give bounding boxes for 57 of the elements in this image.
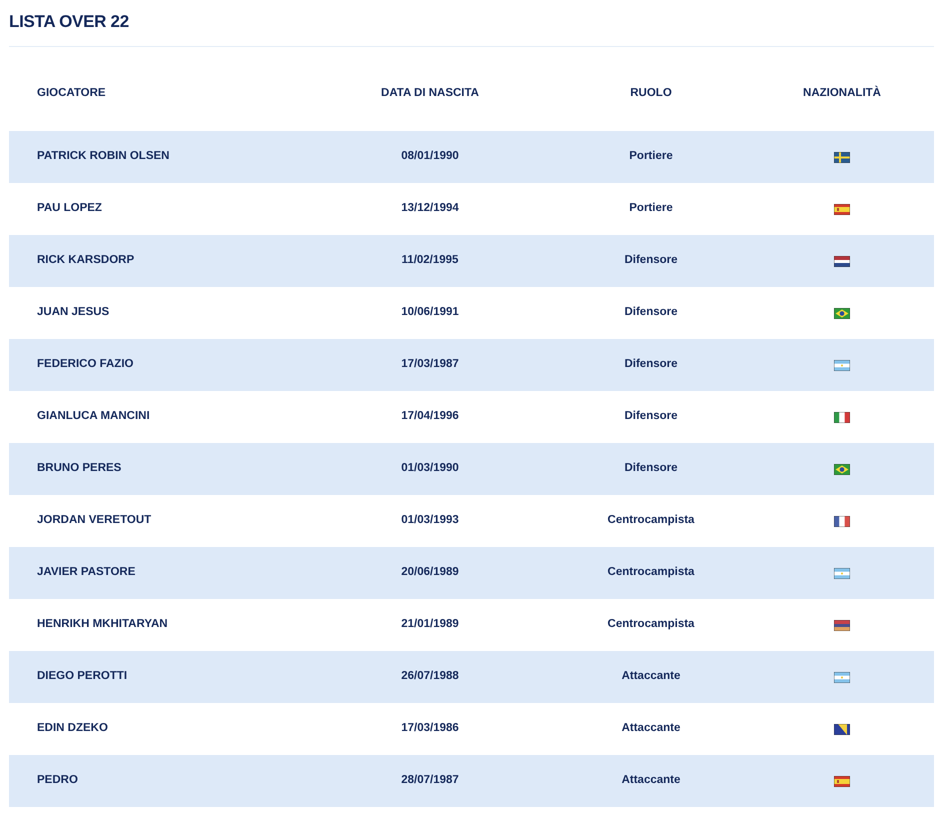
table-cell: Portiere [629, 150, 673, 162]
table-cell: 08/01/1990 [401, 150, 459, 162]
table-cell: EDIN DZEKO [37, 722, 108, 734]
table-cell: Portiere [629, 202, 673, 214]
table-cell: 11/02/1995 [402, 254, 458, 266]
table-cell: DIEGO PEROTTI [37, 670, 128, 682]
flag-icon [834, 204, 850, 214]
column-header: NAZIONALITÀ [803, 87, 881, 99]
column-header: GIOCATORE [37, 87, 106, 99]
flag-icon [834, 672, 850, 682]
table-cell: PAU LOPEZ [37, 202, 102, 214]
column-header: DATA DI NASCITA [381, 87, 479, 99]
column-header: RUOLO [630, 87, 672, 99]
flag-icon [834, 516, 850, 526]
table-cell: JUAN JESUS [37, 306, 110, 318]
table-cell: Attaccante [622, 774, 680, 786]
flag-icon [834, 412, 850, 422]
flag-icon [834, 724, 850, 734]
table-cell: PEDRO [37, 774, 78, 786]
table-cell: 20/06/1989 [401, 566, 459, 578]
table-cell: JORDAN VERETOUT [37, 514, 152, 526]
table-cell: Centrocampista [608, 514, 694, 526]
table-cell: GIANLUCA MANCINI [37, 410, 150, 422]
table-cell: JAVIER PASTORE [37, 566, 136, 578]
table-cell: 10/06/1991 [401, 306, 459, 318]
table-cell: Centrocampista [608, 618, 694, 630]
table-cell: Difensore [624, 254, 678, 266]
flag-icon [834, 620, 850, 630]
table-cell: PATRICK ROBIN OLSEN [37, 150, 170, 162]
table-cell: Centrocampista [608, 566, 694, 578]
table-cell: Difensore [624, 410, 678, 422]
table-cell: 17/03/1986 [401, 722, 459, 734]
table-cell: RICK KARSDORP [37, 254, 134, 266]
page-title: LISTA OVER 22 [9, 11, 130, 33]
table-cell: Difensore [624, 306, 678, 318]
table-cell: 28/07/1987 [401, 774, 459, 786]
table-cell: 01/03/1990 [401, 462, 459, 474]
flag-icon [834, 256, 850, 266]
table-cell: 17/04/1996 [401, 410, 459, 422]
table-cell: BRUNO PERES [37, 462, 122, 474]
flag-icon [834, 776, 850, 786]
table-cell: 17/03/1987 [401, 358, 459, 370]
table-cell: HENRIKH MKHITARYAN [37, 618, 168, 630]
table-cell: Attaccante [622, 722, 680, 734]
table-cell: 01/03/1993 [401, 514, 459, 526]
flag-icon [834, 464, 850, 474]
table-cell: Difensore [624, 358, 678, 370]
table-cell: Attaccante [622, 670, 680, 682]
table-cell: 21/01/1989 [401, 618, 459, 630]
flag-icon [834, 152, 850, 162]
table-cell: 26/07/1988 [401, 670, 459, 682]
flag-icon [834, 308, 850, 318]
table-cell: FEDERICO FAZIO [37, 358, 134, 370]
table-cell: Difensore [624, 462, 678, 474]
table-cell: 13/12/1994 [401, 202, 459, 214]
flag-icon [834, 360, 850, 370]
flag-icon [834, 568, 850, 578]
